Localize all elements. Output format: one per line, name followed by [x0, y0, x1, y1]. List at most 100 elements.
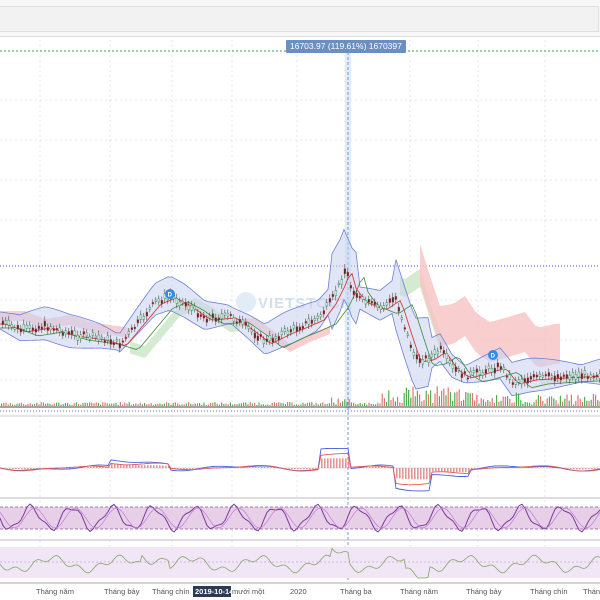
candle-body [271, 337, 275, 343]
volume-bar [575, 400, 577, 406]
volume-bar [335, 404, 337, 406]
macd-histogram-bar [84, 467, 86, 468]
volume-bar [23, 404, 25, 406]
candle-body [136, 319, 140, 324]
macd-histogram-bar [411, 468, 413, 480]
macd-histogram-bar [435, 468, 437, 472]
volume-bar [212, 402, 214, 406]
volume-bar [401, 402, 403, 406]
volume-bar [419, 394, 421, 406]
volume-bar [243, 402, 245, 406]
candle-body [406, 333, 410, 336]
volume-bar [91, 402, 93, 406]
dividend-marker[interactable]: D [488, 350, 498, 360]
volume-bar [366, 404, 368, 406]
volume-bar [337, 398, 339, 406]
volume-bar [71, 404, 73, 406]
macd-histogram-bar [15, 468, 17, 470]
volume-bar [487, 400, 489, 406]
volume-bar [570, 394, 572, 406]
volume-bar [436, 386, 438, 406]
volume-bar [214, 402, 216, 406]
volume-bar [298, 404, 300, 406]
candle-body [193, 305, 197, 310]
volume-bar [67, 402, 69, 406]
volume-bar [42, 402, 44, 406]
macd-histogram-bar [24, 468, 26, 470]
volume-bar [586, 400, 588, 406]
candle-body [7, 319, 11, 326]
chart-workspace[interactable]: VIETSTOCK D D Tháng năm Tháng bảy Tháng … [0, 0, 600, 600]
volume-bar [357, 404, 359, 406]
candle-body [451, 363, 455, 369]
volume-bar [159, 403, 161, 406]
volume-bar [278, 402, 280, 406]
macd-histogram-bar [402, 468, 404, 479]
macd-histogram-bar [534, 467, 536, 468]
candle-body [391, 297, 395, 303]
macd-histogram-bar [285, 468, 287, 469]
volume-bar [203, 402, 205, 406]
candle-body [472, 370, 476, 374]
volume-bar [40, 402, 42, 406]
volume-bar [573, 404, 575, 406]
macd-histogram-bar [18, 468, 20, 470]
volume-bar [177, 403, 179, 406]
macd-histogram-bar [342, 458, 344, 468]
time-axis-label: Tháng năm [400, 587, 438, 596]
volume-bar [194, 403, 196, 406]
volume-bar [168, 402, 170, 406]
volume-bar [372, 404, 374, 406]
volume-bar [1, 403, 3, 406]
macd-histogram-bar [414, 468, 416, 480]
candle-body [475, 368, 479, 373]
candle-body [256, 335, 260, 341]
candle-body [592, 375, 596, 379]
volume-bar [581, 402, 583, 406]
volume-bar [106, 403, 108, 406]
volume-bar [482, 399, 484, 406]
candle-body [265, 338, 269, 342]
volume-bar [577, 395, 579, 406]
macd-histogram-bar [537, 467, 539, 468]
candle-body [154, 299, 158, 302]
macd-histogram-bar [441, 468, 443, 472]
volume-bar [190, 403, 192, 406]
macd-histogram-bar [270, 467, 272, 468]
macd-histogram-bar [30, 468, 32, 469]
candle-body [1, 320, 5, 325]
volume-bar [379, 403, 381, 406]
macd-histogram-bar [552, 467, 554, 468]
volume-bar [62, 404, 64, 406]
volume-bar [432, 402, 434, 406]
candle-body [496, 362, 500, 368]
macd-histogram-bar [378, 466, 380, 468]
volume-bar [553, 398, 555, 406]
macd-histogram-bar [291, 468, 293, 470]
volume-bar [397, 396, 399, 406]
candle-body [229, 313, 233, 317]
dividend-marker[interactable]: D [165, 289, 175, 299]
candle-body [304, 321, 308, 324]
candle-body [358, 295, 362, 299]
volume-bar [421, 401, 423, 406]
macd-histogram-bar [408, 468, 410, 480]
volume-bar [355, 404, 357, 406]
macd-histogram-bar [372, 466, 374, 468]
volume-bar [245, 402, 247, 406]
macd-histogram-bar [144, 465, 146, 468]
volume-bar [117, 404, 119, 406]
candle-body [343, 268, 347, 275]
volume-bar [584, 396, 586, 406]
volume-bar [36, 403, 38, 406]
candle-body [235, 321, 239, 324]
candle-body [220, 313, 224, 320]
stock-chart[interactable]: VIETSTOCK D D Tháng năm Tháng bảy Tháng … [0, 0, 600, 600]
volume-bar [533, 402, 535, 406]
candle-body [454, 366, 458, 372]
candle-body [517, 379, 521, 383]
volume-bar [320, 403, 322, 406]
volume-bar [232, 404, 234, 406]
macd-histogram-bar [324, 458, 326, 468]
macd-histogram-bar [405, 468, 407, 479]
